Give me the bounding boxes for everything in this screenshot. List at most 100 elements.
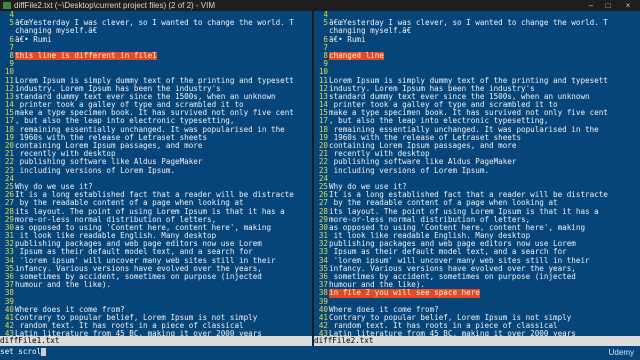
text-line[interactable]: 23 including versions of Lorem Ipsum. [0,167,312,175]
text-line[interactable]: 10 [314,68,640,76]
text-line[interactable]: 12industry. Lorem Ipsum has been the ind… [314,85,640,93]
text-line[interactable]: 4 [0,11,312,19]
line-number: 38 [318,289,328,298]
text-line[interactable]: 41Contrary to popular belief, Lorem Ipsu… [0,314,312,322]
text-line[interactable]: 37humour and the like). [314,281,640,289]
text-line[interactable]: 32publishing packages and web page edito… [0,240,312,248]
text-line[interactable]: 35infancy. Various versions have evolved… [314,265,640,273]
text-line[interactable]: 19 1960s with the release of Letraset sh… [314,134,640,142]
close-icon[interactable]: × [620,0,636,11]
line-text: Why do we use it? [329,182,407,191]
text-line[interactable]: 30as opposed to using 'Content here, con… [0,224,312,232]
line-text: remaining essentially unchanged. It was … [329,125,599,134]
line-text: as opposed to using 'Content here, conte… [329,223,586,232]
line-text: publishing software like Aldus PageMaker [15,158,203,167]
text-line[interactable]: 39 [314,298,640,306]
text-line[interactable]: 33 Ipsum as their default model text, an… [314,248,640,256]
command-line[interactable]: set scrol [0,346,640,360]
text-line[interactable]: 19 1960s with the release of Letraset sh… [0,134,312,142]
text-line[interactable]: changing myself.â€ [314,27,640,35]
text-line[interactable]: 21 recently with desktop [314,150,640,158]
text-line[interactable]: 26It is a long established fact that a r… [0,191,312,199]
text-line[interactable]: 12industry. Lorem Ipsum has been the ind… [0,85,312,93]
text-line[interactable]: 11Lorem Ipsum is simply dummy text of th… [314,77,640,85]
line-number: 23 [4,166,14,175]
text-line[interactable]: 22 publishing software like Aldus PageMa… [314,158,640,166]
text-line[interactable]: 37humour and the like). [0,281,312,289]
diff-line[interactable]: 8changed line [314,51,640,61]
line-number: 39 [318,297,328,306]
text-line[interactable]: 38 [0,289,312,297]
text-line[interactable]: 27 by the readable content of a page whe… [314,199,640,207]
line-text: Contrary to popular belief, Lorem Ipsum … [329,313,572,322]
text-line[interactable]: 7 [314,44,640,52]
line-text: , but also the leap into electronic type… [15,117,235,126]
right-diff-pane[interactable]: 4 5â€œYesterday I was clever, so I wanted… [314,11,640,336]
text-line[interactable]: 18 remaining essentially unchanged. It w… [314,126,640,134]
text-line[interactable]: 41Contrary to popular belief, Lorem Ipsu… [314,314,640,322]
text-line[interactable]: 18 remaining essentially unchanged. It w… [0,126,312,134]
text-line[interactable]: 20containing Lorem Ipsum passages, and m… [314,142,640,150]
text-line[interactable]: 30as opposed to using 'Content here, con… [314,224,640,232]
text-line[interactable]: 14 printer took a galley of type and scr… [314,101,640,109]
text-line[interactable]: 31 it look like readable English. Many d… [314,232,640,240]
text-line[interactable]: 15make a type specimen book. It has surv… [0,109,312,117]
text-line[interactable]: 4 [314,11,640,19]
text-line[interactable]: 24 [0,175,312,183]
text-line[interactable]: 36 sometimes by accident, sometimes on p… [0,273,312,281]
text-line[interactable]: 34 'lorem ipsum' will uncover many web s… [314,257,640,265]
cursor [41,348,47,356]
text-line[interactable]: 34 'lorem ipsum' will uncover many web s… [0,257,312,265]
text-line[interactable]: 40Where does it come from? [0,306,312,314]
text-line[interactable]: 6â€• Rumi [0,36,312,44]
line-text: standard dummy text ever since the 1500s… [329,92,590,101]
text-line[interactable]: 35infancy. Various versions have evolved… [0,265,312,273]
text-line[interactable]: 14 printer took a galley of type and scr… [0,101,312,109]
line-text: by the readable content of a page when l… [15,199,244,208]
text-line[interactable]: 5â€œYesterday I was clever, so I wanted … [314,19,640,27]
text-line[interactable]: 28its layout. The point of using Lorem I… [314,208,640,216]
text-line[interactable]: 22 publishing software like Aldus PageMa… [0,158,312,166]
text-line[interactable]: 25Why do we use it? [314,183,640,191]
maximize-icon[interactable]: □ [600,0,616,11]
text-line[interactable]: 20containing Lorem Ipsum passages, and m… [0,142,312,150]
text-line[interactable]: 17, but also the leap into electronic ty… [314,117,640,125]
line-number: 29 [4,215,14,224]
text-line[interactable]: 15make a type specimen book. It has surv… [314,109,640,117]
text-line[interactable]: 36 sometimes by accident, sometimes on p… [314,273,640,281]
text-line[interactable]: 27 by the readable content of a page whe… [0,199,312,207]
text-line[interactable]: 5â€œYesterday I was clever, so I wanted … [0,19,312,27]
text-line[interactable]: 31 it look like readable English. Many d… [0,232,312,240]
diff-line[interactable]: 8this line is different in file1 [0,51,312,61]
text-line[interactable]: 21 recently with desktop [0,150,312,158]
text-line[interactable]: 39 [0,298,312,306]
text-line[interactable]: 42 random text. It has roots in a piece … [0,322,312,330]
text-line[interactable]: changing myself.â€ [0,27,312,35]
text-line[interactable]: 11Lorem Ipsum is simply dummy text of th… [0,77,312,85]
line-text: â€• Rumi [15,35,52,44]
text-line[interactable]: 13standard dummy text ever since the 150… [314,93,640,101]
diff-line[interactable]: 38in file 2 you will see space here [314,289,640,298]
text-line[interactable]: 7 [0,44,312,52]
text-line[interactable]: 29more-or-less normal distribution of le… [0,216,312,224]
text-line[interactable]: 10 [0,68,312,76]
text-line[interactable]: 23 including versions of Lorem Ipsum. [314,167,640,175]
text-line[interactable]: 29more-or-less normal distribution of le… [314,216,640,224]
text-line[interactable]: 32publishing packages and web page edito… [314,240,640,248]
text-line[interactable]: 28its layout. The point of using Lorem I… [0,208,312,216]
text-line[interactable]: 24 [314,175,640,183]
text-line[interactable]: 40Where does it come from? [314,306,640,314]
text-line[interactable]: 26It is a long established fact that a r… [314,191,640,199]
text-line[interactable]: 13standard dummy text ever since the 150… [0,93,312,101]
text-line[interactable]: 9 [314,60,640,68]
line-text: 'lorem ipsum' will uncover many web site… [15,256,276,265]
left-diff-pane[interactable]: 4 5â€œYesterday I was clever, so I wanted… [0,11,312,336]
text-line[interactable]: 42 random text. It has roots in a piece … [314,322,640,330]
text-line[interactable]: 33 Ipsum as their default model text, an… [0,248,312,256]
minimize-icon[interactable]: – [583,0,599,11]
text-line[interactable]: 9 [0,60,312,68]
line-text: infancy. Various versions have evolved o… [15,264,262,273]
text-line[interactable]: 6â€• Rumi [314,36,640,44]
text-line[interactable]: 17, but also the leap into electronic ty… [0,117,312,125]
text-line[interactable]: 25Why do we use it? [0,183,312,191]
